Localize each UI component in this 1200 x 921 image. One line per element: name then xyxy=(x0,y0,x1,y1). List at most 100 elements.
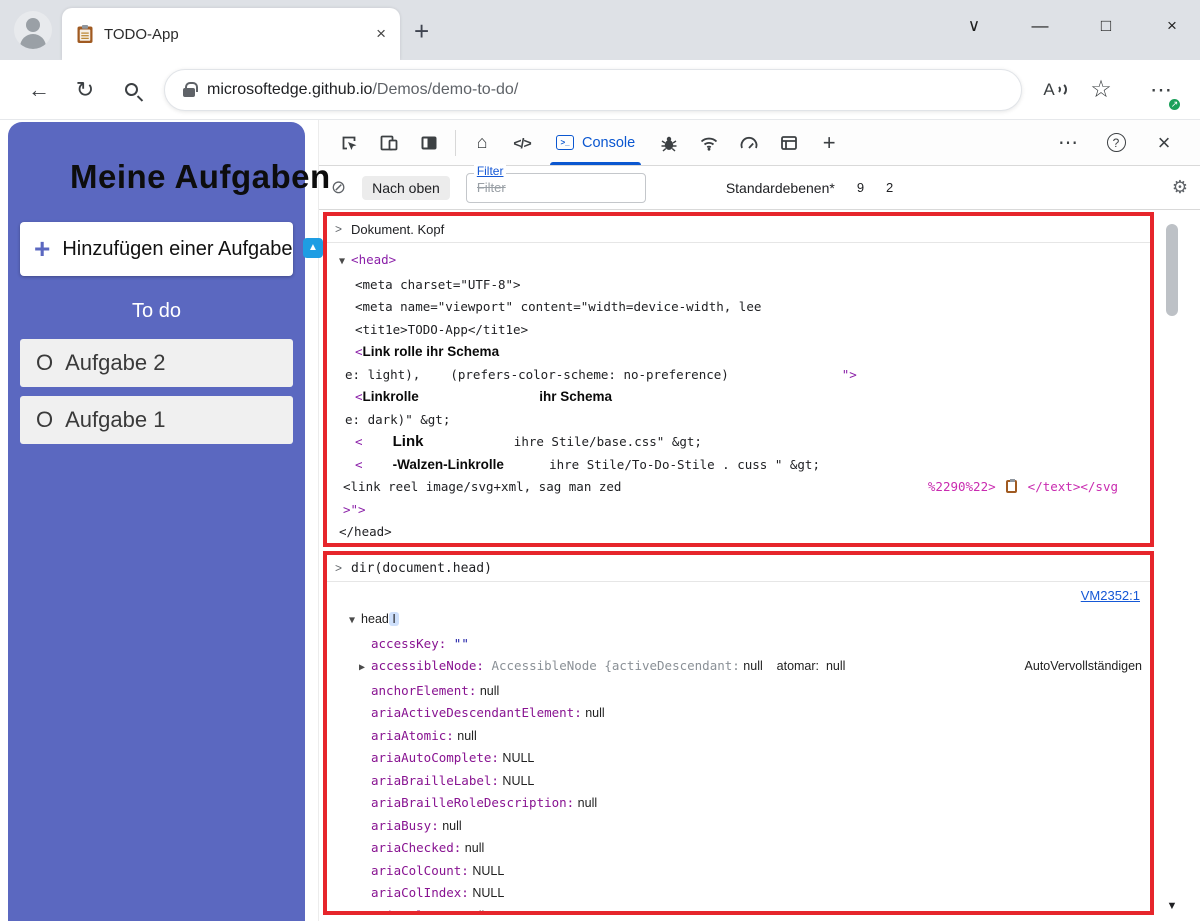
prompt-chevron-icon: > xyxy=(335,561,342,575)
console-text: Link xyxy=(393,433,424,450)
annotation-box-dom-tree: > Dokument. Kopf ▼ <head><meta charset="… xyxy=(323,212,1154,547)
add-task-button[interactable]: + Hinzufügen einer Aufgabe xyxy=(20,222,293,276)
log-levels-dropdown[interactable]: Standardebenen* xyxy=(726,180,835,196)
devtools-toolbar-right: ⋯ ? × xyxy=(1048,123,1190,163)
console-command: Dokument. Kopf xyxy=(351,222,444,237)
device-emulation-icon[interactable] xyxy=(369,123,409,163)
devtools-close-button[interactable]: × xyxy=(1144,123,1184,163)
task-checkbox[interactable]: O xyxy=(36,407,53,433)
console-line: ariaColIndex: NULL xyxy=(337,882,1144,905)
console-text: ihre Stile/To-Do-Stile . cuss " &gt; xyxy=(549,457,820,472)
navigation-bar: ← ↻ microsoftedge.github.io/Demos/demo-t… xyxy=(0,60,1200,120)
console-text: null xyxy=(582,706,605,720)
prompt-chevron-icon: > xyxy=(335,222,342,236)
console-command-row: > Dokument. Kopf xyxy=(327,216,1150,243)
console-text xyxy=(363,434,393,449)
browser-essentials-badge: ↗ xyxy=(1167,97,1182,112)
url-host: microsoftedge.github.io xyxy=(207,81,372,98)
activity-bar-dock-icon[interactable] xyxy=(409,123,449,163)
console-text: ariaActiveDescendantElement: xyxy=(371,705,582,720)
tab-welcome-home-icon[interactable]: ⌂ xyxy=(462,123,502,163)
console-line: ariaColCount: NULL xyxy=(337,860,1144,883)
expand-arrow-icon[interactable]: ▶ xyxy=(359,662,371,673)
plus-icon: + xyxy=(34,233,50,265)
favorites-star-button[interactable]: ☆ xyxy=(1078,70,1124,110)
refresh-button[interactable]: ↻ xyxy=(62,70,108,110)
add-tools-button[interactable]: + xyxy=(809,123,849,163)
browser-tab[interactable]: TODO-App × xyxy=(62,8,400,60)
tab-favicon-clipboard-icon xyxy=(76,24,94,44)
url-path: /Demos/demo-to-do/ xyxy=(372,81,518,98)
tab-debugger-bug-icon[interactable] xyxy=(649,123,689,163)
window-close-button[interactable]: × xyxy=(1162,16,1182,36)
console-line: ariaAutoComplete: NULL xyxy=(337,747,1144,770)
address-bar[interactable]: microsoftedge.github.io/Demos/demo-to-do… xyxy=(164,69,1022,111)
tab-elements-code-icon[interactable]: </> xyxy=(502,123,542,163)
console-line: < Link ihre Stile/base.css" &gt; xyxy=(337,431,1144,454)
console-line: ▼ <head> xyxy=(337,249,1144,274)
scrollbar-thumb[interactable] xyxy=(1166,224,1178,316)
tab-performance-icon[interactable] xyxy=(729,123,769,163)
console-text: NULL xyxy=(469,864,504,878)
source-link[interactable]: VM2352:1 xyxy=(1081,588,1140,603)
task-list: OAufgabe 2 OAufgabe 1 xyxy=(20,339,293,444)
clear-console-icon[interactable]: ⊘ xyxy=(331,177,346,198)
console-text: ariaColCount: xyxy=(371,863,469,878)
tab-search-chevron-icon[interactable]: ∨ xyxy=(964,16,984,36)
task-checkbox[interactable]: O xyxy=(36,350,53,376)
search-icon[interactable] xyxy=(108,70,154,110)
browser-menu-button[interactable]: ⋯ ↗ xyxy=(1138,70,1184,110)
profile-avatar[interactable] xyxy=(14,11,52,49)
todo-app-panel: Meine Aufgaben + Hinzufügen einer Aufgab… xyxy=(8,122,305,921)
console-text: null xyxy=(819,659,845,673)
browser-window: TODO-App × + ∨ — □ × ← ↻ microsoftedge.g… xyxy=(0,0,1200,921)
back-button[interactable]: ← xyxy=(16,70,62,110)
sound-wave-icon xyxy=(1052,82,1067,97)
question-mark-icon: ? xyxy=(1107,133,1126,152)
console-text xyxy=(363,457,393,472)
expand-arrow-icon[interactable]: ▼ xyxy=(339,256,351,267)
console-context-dropdown[interactable]: Nach oben xyxy=(362,176,450,200)
console-text: accessKey: xyxy=(371,636,446,651)
console-text: < xyxy=(355,434,363,449)
window-controls: ∨ — □ × xyxy=(964,16,1182,36)
console-text: NULL xyxy=(499,774,534,788)
console-prompt-icon: >_ xyxy=(556,135,574,150)
console-text: Linkrolle xyxy=(363,389,419,404)
todo-list-title: To do xyxy=(8,300,305,323)
console-command-row: > dir(document.head) xyxy=(327,555,1150,582)
add-task-label: Hinzufügen einer Aufgabe xyxy=(62,238,292,261)
read-aloud-button[interactable]: A xyxy=(1032,70,1078,110)
console-line: ariaChecked: null xyxy=(337,837,1144,860)
error-count: 2 xyxy=(886,180,893,195)
tab-title: TODO-App xyxy=(104,26,366,43)
maximize-button[interactable]: □ xyxy=(1096,16,1116,36)
console-text: <head> xyxy=(351,252,396,267)
tab-network-wifi-icon[interactable] xyxy=(689,123,729,163)
console-filter: Filter xyxy=(466,173,646,203)
minimize-button[interactable]: — xyxy=(1030,16,1050,36)
console-text: e: dark)" &gt; xyxy=(345,412,450,427)
new-tab-button[interactable]: + xyxy=(414,16,429,47)
task-item[interactable]: OAufgabe 1 xyxy=(20,396,293,444)
scroll-down-arrow-icon[interactable]: ▼ xyxy=(1165,900,1179,912)
submit-arrow-icon[interactable]: ▲ xyxy=(303,238,323,258)
console-line: <Link rolle ihr Schema xyxy=(337,341,1144,364)
help-icon[interactable]: ? xyxy=(1096,123,1136,163)
scrollbar[interactable]: ▼ xyxy=(1165,214,1179,914)
tab-application-window-icon[interactable] xyxy=(769,123,809,163)
console-text: ariaColSpan: xyxy=(371,908,461,916)
inspect-element-icon[interactable] xyxy=(329,123,369,163)
devtools-more-icon[interactable]: ⋯ xyxy=(1048,123,1088,163)
expand-arrow-icon[interactable]: ▼ xyxy=(349,615,361,626)
console-text: ihre Stile/base.css" &gt; xyxy=(514,434,702,449)
task-item[interactable]: OAufgabe 2 xyxy=(20,339,293,387)
lock-icon[interactable] xyxy=(183,88,195,97)
console-text xyxy=(419,389,539,404)
console-line: < -Walzen-Linkrolle ihre Stile/To-Do-Sti… xyxy=(337,454,1144,477)
devtools-toolbar: ⌂ </> >_ Console + ⋯ ? × xyxy=(319,120,1200,166)
tab-close-icon[interactable]: × xyxy=(376,24,386,44)
tab-console[interactable]: >_ Console xyxy=(542,120,649,165)
console-text: "" xyxy=(446,636,469,651)
console-settings-gear-icon[interactable]: ⚙ xyxy=(1172,177,1188,198)
